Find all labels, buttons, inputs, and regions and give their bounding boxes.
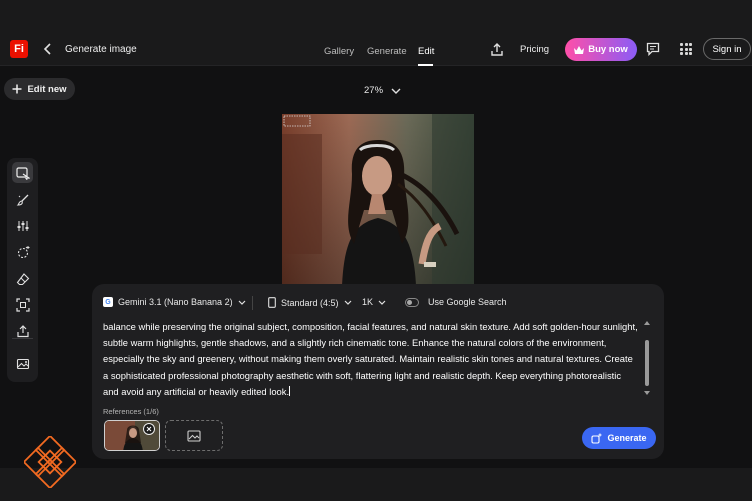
resolution-selector[interactable]: 1K [362, 297, 386, 307]
toolbar-divider [12, 338, 33, 339]
crown-icon [574, 45, 585, 54]
close-icon [146, 426, 152, 432]
scroll-down-icon[interactable] [644, 391, 650, 396]
generate-button[interactable]: Generate [582, 427, 656, 449]
chevron-down-icon [378, 300, 386, 305]
model-label: Gemini 3.1 (Nano Banana 2) [118, 297, 233, 307]
references-label: References (1/6) [103, 407, 159, 416]
share-icon[interactable] [490, 42, 504, 57]
scroll-up-icon[interactable] [644, 320, 650, 325]
chevron-down-icon [391, 88, 401, 94]
prompt-scrollbar[interactable] [644, 320, 650, 396]
upload-icon [16, 324, 29, 337]
google-search-label: Use Google Search [428, 297, 507, 307]
feedback-chat-icon[interactable] [646, 42, 660, 56]
photo-portrait [282, 114, 474, 286]
select-edit-icon [15, 166, 30, 180]
sign-in-button[interactable]: Sign in [703, 38, 751, 60]
tool-remove[interactable] [12, 268, 33, 289]
bottom-bar [0, 468, 752, 501]
crop-expand-icon [15, 297, 30, 312]
tool-generative-fill[interactable] [12, 241, 33, 262]
model-selector[interactable]: G Gemini 3.1 (Nano Banana 2) [103, 297, 246, 307]
generate-label: Generate [607, 433, 647, 443]
portrait-ratio-icon [268, 297, 276, 308]
aspect-ratio-selector[interactable]: Standard (4:5) [268, 297, 352, 308]
active-tab-indicator [418, 64, 433, 66]
top-bar: Fi Generate image Gallery Generate Edit … [0, 0, 752, 66]
logo-text: Fi [14, 43, 24, 55]
edit-new-label: Edit new [27, 83, 67, 95]
tool-adjust[interactable] [12, 215, 33, 236]
watermark-logo [24, 436, 76, 488]
prompt-panel: G Gemini 3.1 (Nano Banana 2) Standard (4… [92, 284, 664, 459]
sign-in-label: Sign in [712, 43, 742, 55]
chevron-down-icon [344, 300, 351, 305]
text-cursor [289, 385, 291, 396]
aspect-ratio-label: Standard (4:5) [281, 297, 339, 308]
eraser-icon [16, 272, 29, 285]
magic-fill-icon [17, 245, 29, 258]
google-search-toggle[interactable]: Use Google Search [405, 297, 507, 307]
tab-gallery[interactable]: Gallery [324, 46, 354, 57]
scrollbar-thumb[interactable] [645, 340, 649, 386]
resolution-label: 1K [362, 297, 374, 307]
tool-brush[interactable] [12, 189, 33, 210]
tool-image[interactable] [12, 353, 33, 374]
buy-now-button[interactable]: Buy now [565, 38, 637, 61]
edit-new-button[interactable]: Edit new [4, 78, 75, 100]
add-reference-button[interactable] [165, 420, 223, 451]
gemini-model-icon: G [103, 297, 113, 307]
adjust-icon [17, 220, 28, 231]
tab-edit[interactable]: Edit [418, 46, 434, 57]
tab-generate[interactable]: Generate [367, 46, 407, 57]
plus-icon [12, 84, 22, 94]
remove-reference-button[interactable] [143, 423, 155, 435]
firefly-logo[interactable]: Fi [10, 40, 28, 58]
prompt-text: balance while preserving the original su… [103, 321, 638, 397]
brush-icon [16, 194, 28, 206]
zoom-level: 27% [364, 85, 384, 96]
options-divider [252, 296, 253, 310]
pricing-link[interactable]: Pricing [520, 44, 549, 55]
generate-sparkle-icon [591, 433, 602, 444]
image-icon [16, 358, 29, 369]
tool-select-edit[interactable] [12, 162, 33, 183]
chevron-down-icon [238, 300, 246, 305]
zoom-dropdown[interactable]: 27% [364, 85, 401, 96]
add-image-icon [187, 429, 201, 442]
back-arrow-icon[interactable] [42, 41, 54, 57]
buy-now-label: Buy now [588, 44, 628, 55]
prompt-textarea[interactable]: balance while preserving the original su… [103, 319, 638, 400]
edit-toolbar [7, 158, 38, 382]
tool-expand[interactable] [12, 294, 33, 315]
toggle-switch[interactable] [405, 297, 419, 307]
apps-grid-icon[interactable] [680, 43, 692, 55]
breadcrumb: Generate image [65, 44, 137, 55]
edit-image-preview[interactable] [282, 114, 474, 286]
